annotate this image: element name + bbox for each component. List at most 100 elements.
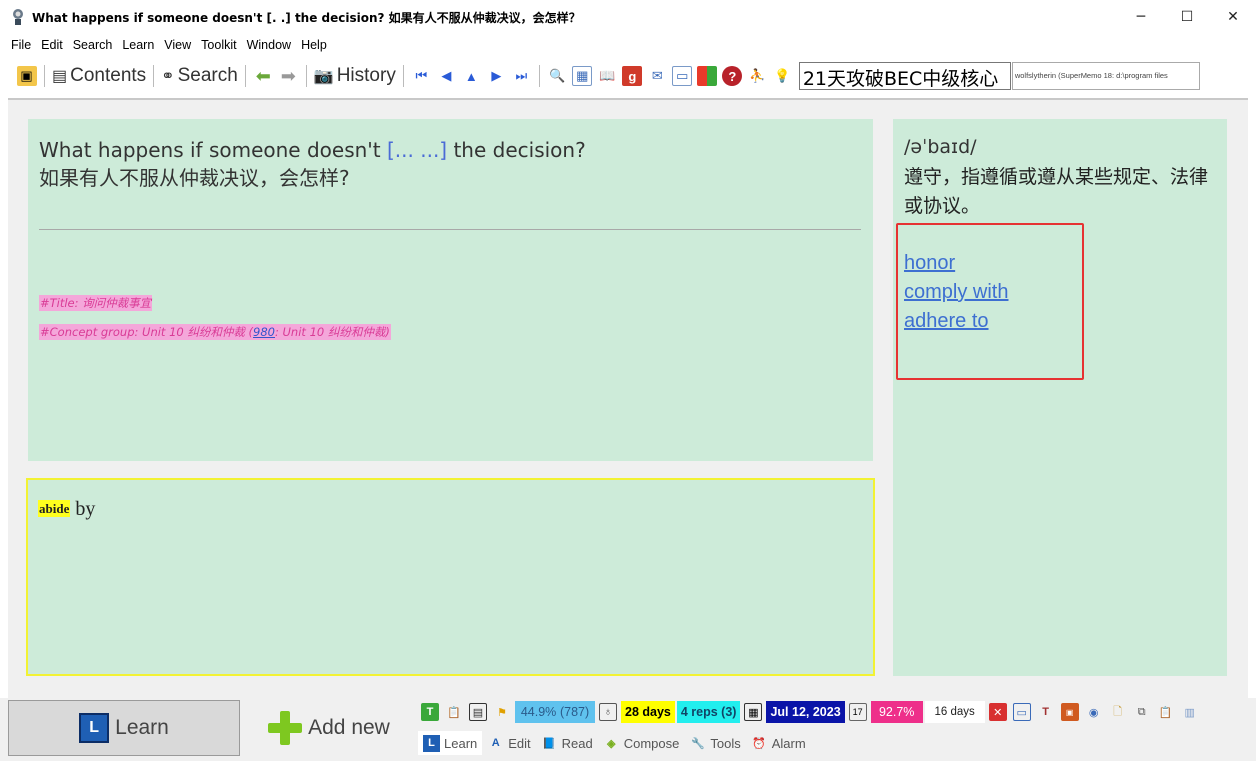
windows-logo-icon[interactable]	[697, 66, 718, 86]
question-before-cloze: What happens if someone doesn't	[39, 138, 387, 162]
close-button[interactable]: ✕	[1210, 0, 1256, 34]
magnifier-icon[interactable]: 🔍	[547, 66, 567, 86]
toolbar-separator	[305, 65, 307, 87]
supermemo-app-icon[interactable]	[8, 7, 28, 27]
concept-group-suffix: : Unit 10 纠纷和仲裁)	[274, 325, 390, 339]
concept-group-link[interactable]: 980	[253, 325, 275, 339]
user-icon[interactable]: ⛹	[747, 66, 767, 86]
learn-label: Learn	[115, 716, 169, 739]
add-new-button[interactable]: Add new	[244, 700, 414, 756]
toolbar-separator	[538, 65, 540, 87]
synonym-list: honor comply with adhere to	[904, 249, 1008, 336]
question-after-cloze: the decision?	[447, 138, 586, 162]
text-icon[interactable]: T	[1037, 703, 1055, 721]
window-controls: ─ ☐ ✕	[1118, 0, 1256, 34]
clipboard-icon[interactable]: 📋	[445, 703, 463, 721]
tab-alarm[interactable]: ⏰ Alarm	[746, 731, 811, 755]
question-text: What happens if someone doesn't [... ...…	[39, 136, 586, 192]
paste-icon[interactable]: 📋	[1157, 703, 1175, 721]
retention: 92.7%	[870, 701, 923, 723]
first-icon[interactable]: ⏮	[411, 66, 431, 86]
forward-arrow-icon[interactable]: ➡	[278, 66, 298, 86]
maximize-button[interactable]: ☐	[1164, 0, 1210, 34]
plus-icon	[268, 711, 303, 745]
browser-icon[interactable]: ▦	[572, 66, 593, 86]
bulb-icon: ♁	[599, 703, 617, 721]
answer-panel[interactable]: abide by	[26, 478, 875, 676]
question-panel[interactable]: What happens if someone doesn't [... ...…	[28, 119, 873, 461]
menu-search[interactable]: Search	[68, 38, 118, 52]
synonym-link-adhere-to[interactable]: adhere to	[904, 307, 1008, 336]
parent-icon[interactable]: ▲	[461, 66, 481, 86]
tab-learn[interactable]: L Learn	[418, 731, 483, 755]
next-interval: 16 days	[924, 701, 985, 723]
tab-read[interactable]: 📘 Read	[536, 731, 598, 755]
progress-count: (787)	[559, 705, 590, 719]
cloze-placeholder: [... ...]	[387, 138, 448, 162]
menu-window[interactable]: Window	[242, 38, 296, 52]
menu-file[interactable]: File	[6, 38, 36, 52]
search-button[interactable]: ⚭ Search	[159, 62, 240, 90]
window-icon[interactable]: ▭	[1012, 703, 1031, 721]
topic-icon[interactable]: T	[421, 703, 439, 721]
learn-button[interactable]: L Learn	[8, 700, 240, 756]
contents-button[interactable]: ▤ Contents	[50, 62, 148, 90]
menu-learn[interactable]: Learn	[117, 38, 159, 52]
history-label: History	[336, 65, 396, 86]
main-area: What happens if someone doesn't [... ...…	[8, 98, 1248, 698]
tab-compose[interactable]: ◈ Compose	[598, 731, 685, 755]
toolbar-separator	[244, 65, 246, 87]
tab-tools[interactable]: 🔧 Tools	[684, 731, 745, 755]
toolbar: ▣ ▤ Contents ⚭ Search ⬅ ➡ 📷 History ⏮ ◀ …	[0, 58, 1256, 94]
menu-view[interactable]: View	[159, 38, 196, 52]
tab-alarm-label: Alarm	[771, 735, 806, 751]
globe-icon[interactable]: ◉	[1085, 703, 1103, 721]
repetitions: 4 reps (3)	[676, 701, 741, 723]
last-repetition-date: Jul 12, 2023	[766, 701, 845, 723]
delete-icon[interactable]: ✕	[988, 703, 1007, 721]
flag-icon[interactable]: ⚑	[493, 703, 511, 721]
toolbar-separator	[153, 65, 155, 87]
html-icon[interactable]: ▣	[1060, 703, 1079, 721]
toolbar-options-icon[interactable]: ▥	[1181, 703, 1199, 721]
book-icon[interactable]: 📖	[597, 66, 617, 86]
tab-tools-label: Tools	[710, 735, 741, 751]
back-arrow-icon[interactable]: ⬅	[253, 66, 273, 86]
menu-help[interactable]: Help	[296, 38, 332, 52]
toolbar-separator	[402, 65, 404, 87]
menu-edit[interactable]: Edit	[36, 38, 68, 52]
mode-tabs: L Learn A Edit 📘 Read ◈ Compose 🔧 Tools …	[418, 730, 1256, 756]
synonym-link-honor[interactable]: honor	[904, 249, 1008, 278]
document-icon[interactable]: ▤	[469, 703, 487, 721]
reference-panel[interactable]: /əˈbaɪd/ 遵守，指遵循或遵从某些规定、法律或协议。 honor comp…	[893, 119, 1227, 676]
add-new-label: Add new	[308, 716, 390, 739]
interval-days: 28 days	[621, 701, 675, 723]
compose-tab-icon: ◈	[607, 737, 616, 750]
help-icon[interactable]: ?	[722, 66, 743, 86]
copy-icon[interactable]: ⧉	[1133, 703, 1151, 721]
tab-edit[interactable]: A Edit	[482, 731, 535, 755]
menu-toolkit[interactable]: Toolkit	[196, 38, 241, 52]
previous-icon[interactable]: ◀	[436, 66, 456, 86]
answer-rest: by	[70, 498, 96, 520]
window-icon[interactable]: ▭	[672, 66, 693, 86]
mail-icon[interactable]: ✉	[647, 66, 667, 86]
history-button[interactable]: 📷 History	[312, 62, 398, 90]
search-input[interactable]: 21天攻破BEC中级核心	[798, 62, 1011, 90]
new-file-icon[interactable]: 🗋	[1109, 703, 1127, 721]
alarm-tab-icon: ⏰	[752, 737, 767, 750]
last-icon[interactable]: ⏭	[511, 66, 531, 86]
open-folder-icon[interactable]: ▣	[16, 66, 37, 86]
lightbulb-icon[interactable]: 💡	[772, 66, 792, 86]
next-icon[interactable]: ▶	[486, 66, 506, 86]
answer-text: abide by	[38, 498, 95, 521]
synonym-link-comply-with[interactable]: comply with	[904, 278, 1008, 307]
google-icon[interactable]: g	[622, 66, 643, 86]
contents-label: Contents	[70, 65, 147, 86]
minimize-button[interactable]: ─	[1118, 0, 1164, 34]
calendar-icon: ▦	[744, 703, 763, 721]
tab-edit-label: Edit	[508, 735, 531, 751]
calendar-17-icon: 17	[848, 703, 867, 721]
window-title: What happens if someone doesn't [. .] th…	[32, 10, 581, 25]
bottom-bar: L Learn Add new T 📋 ▤ ⚑ 44.9% (787) ♁ 28 …	[0, 698, 1256, 761]
